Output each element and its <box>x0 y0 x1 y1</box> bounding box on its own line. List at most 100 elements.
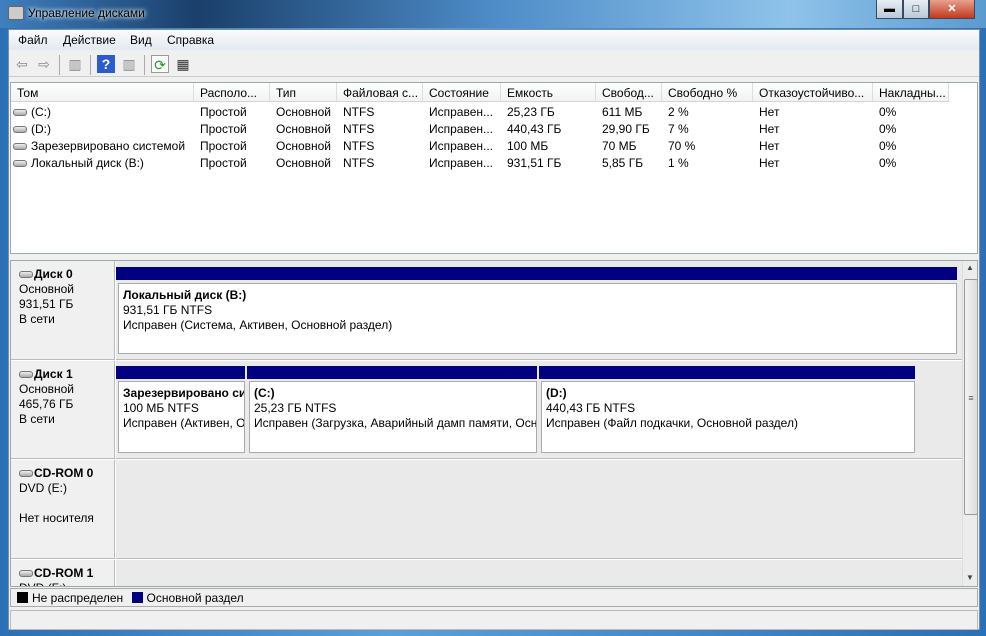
volume-icon <box>13 109 27 117</box>
menu-view[interactable]: Вид <box>130 33 152 47</box>
partition-status: Исправен (Система, Активен, Основной раз… <box>123 318 393 332</box>
maximize-button[interactable]: □ <box>903 0 929 19</box>
partition-status: Исправен (Файл подкачки, Основной раздел… <box>546 416 798 430</box>
separator <box>144 55 145 75</box>
menu-help[interactable]: Справка <box>167 33 214 47</box>
partition-status: Исправен (Загрузка, Аварийный дамп памят… <box>254 416 537 430</box>
disk-0-partitions: Локальный диск (B:) 931,51 ГБ NTFS Испра… <box>116 261 964 360</box>
partition-bar <box>116 267 957 280</box>
partition-title: Локальный диск (B:) <box>123 288 247 302</box>
disk-state: В сети <box>19 312 55 326</box>
table-cell: Нет <box>759 122 780 136</box>
legend: Не распределен Основной раздел <box>10 588 978 607</box>
table-cell: 0% <box>879 122 897 136</box>
table-cell: Нет <box>759 105 780 119</box>
partition-b[interactable]: Локальный диск (B:) 931,51 ГБ NTFS Испра… <box>118 283 957 354</box>
vertical-scrollbar[interactable]: ▲ ≡ ▼ <box>962 261 977 586</box>
table-cell: Нет <box>759 139 780 153</box>
table-cell: Основной <box>276 122 332 136</box>
minimize-button[interactable]: ▬ <box>876 0 903 19</box>
scroll-down-icon[interactable]: ▼ <box>966 573 974 582</box>
partition-bar <box>247 366 537 379</box>
scroll-up-icon[interactable]: ▲ <box>966 263 974 272</box>
table-cell: Простой <box>200 105 247 119</box>
partition-title: Зарезервировано системой <box>123 386 245 400</box>
partition-c[interactable]: (C:) 25,23 ГБ NTFS Исправен (Загрузка, А… <box>249 381 537 453</box>
table-cell: Исправен... <box>429 156 494 170</box>
menu-file[interactable]: Файл <box>18 33 48 47</box>
table-row[interactable]: (D:) Простой Основной NTFS Исправен... 440,43… <box>11 120 977 137</box>
cdrom-1-area <box>116 560 964 586</box>
properties-icon[interactable]: ▦ <box>174 55 192 73</box>
disk-type: DVD (F:) <box>19 581 106 586</box>
table-cell: NTFS <box>343 156 375 170</box>
disk-management-icon <box>8 6 24 20</box>
cell-volume: (D:) <box>11 120 194 137</box>
menu-action[interactable]: Действие <box>63 33 116 47</box>
legend-swatch-primary <box>131 592 143 603</box>
back-icon[interactable]: ⇦ <box>13 55 31 73</box>
partition-title: (D:) <box>546 386 567 400</box>
table-cell: Исправен... <box>429 105 494 119</box>
title-bar: Управление дисками ▬ □ ✕ <box>0 0 986 28</box>
disk-name: CD-ROM 0 <box>34 466 94 480</box>
table-cell: Исправен... <box>429 139 494 153</box>
cdrom-0-label[interactable]: CD-ROM 0 DVD (E:) Нет носителя <box>11 460 115 559</box>
column-header[interactable]: Файловая с... <box>337 83 423 102</box>
help-icon[interactable]: ? <box>97 55 115 73</box>
column-header[interactable]: Состояние <box>423 83 501 102</box>
table-cell: NTFS <box>343 105 375 119</box>
disk-size: 465,76 ГБ <box>19 397 74 411</box>
disk-icon <box>19 271 33 279</box>
volume-icon <box>13 126 27 134</box>
table-row[interactable]: Локальный диск (B:) Простой Основной NTFS Ис… <box>11 154 977 171</box>
partition-size: 931,51 ГБ NTFS <box>123 303 213 317</box>
table-cell: 70 МБ <box>602 139 637 153</box>
table-cell: 0% <box>879 105 897 119</box>
status-bar <box>10 610 978 630</box>
column-header[interactable]: Располо... <box>194 83 270 102</box>
scroll-thumb[interactable]: ≡ <box>964 279 977 515</box>
show-hide-console-tree-icon[interactable]: ▥ <box>66 55 84 73</box>
table-cell: NTFS <box>343 139 375 153</box>
column-header[interactable]: Отказоустойчиво... <box>753 83 873 102</box>
disk-name: CD-ROM 1 <box>34 566 94 580</box>
volume-name: (D:) <box>31 122 51 136</box>
table-cell: 0% <box>879 139 897 153</box>
partition-reserved[interactable]: Зарезервировано системой 100 МБ NTFS Исп… <box>118 381 245 453</box>
disk-0-label[interactable]: Диск 0 Основной 931,51 ГБ В сети <box>11 261 115 360</box>
column-header[interactable]: Емкость <box>501 83 596 102</box>
cdrom-0-area <box>116 460 964 559</box>
table-cell: 0% <box>879 156 897 170</box>
cdrom-icon <box>19 470 33 478</box>
disk-1-label[interactable]: Диск 1 Основной 465,76 ГБ В сети <box>11 361 115 459</box>
disk-state: Нет носителя <box>19 511 94 525</box>
toolbar: ⇦ ⇨ ▥ ? ▥ ⟳ ▦ <box>9 51 979 77</box>
legend-primary: Основной раздел <box>146 591 244 605</box>
forward-icon[interactable]: ⇨ <box>35 55 53 73</box>
table-cell: Основной <box>276 139 332 153</box>
legend-swatch-unallocated <box>17 592 28 603</box>
refresh-icon[interactable]: ⟳ <box>151 55 169 73</box>
column-header[interactable]: Том <box>11 83 194 102</box>
disk-1-partitions: Зарезервировано системой 100 МБ NTFS Исп… <box>116 361 964 459</box>
cdrom-1-label[interactable]: CD-ROM 1 DVD (F:) <box>11 560 115 586</box>
column-header[interactable]: Свобод... <box>596 83 662 102</box>
show-hide-action-pane-icon[interactable]: ▥ <box>120 55 138 73</box>
column-header[interactable]: Свободно % <box>662 83 753 102</box>
table-row[interactable]: Зарезервировано системой Простой Основной N… <box>11 137 977 154</box>
column-header[interactable]: Тип <box>270 83 337 102</box>
column-header[interactable]: Накладны... <box>873 83 949 102</box>
cdrom-icon <box>19 570 33 578</box>
table-cell: 5,85 ГБ <box>602 156 644 170</box>
partition-d[interactable]: (D:) 440,43 ГБ NTFS Исправен (Файл подка… <box>541 381 915 453</box>
partition-size: 25,23 ГБ NTFS <box>254 401 337 415</box>
table-row[interactable]: (C:) Простой Основной NTFS Исправен... 25,23 … <box>11 103 977 120</box>
volume-list: Том Располо... Тип Файловая с... Состояние Ем… <box>10 82 978 254</box>
cell-volume: (C:) <box>11 103 194 120</box>
close-button[interactable]: ✕ <box>929 0 975 19</box>
table-cell: 70 % <box>668 139 696 153</box>
disk-type: DVD (E:) <box>19 481 67 495</box>
cell-volume: Локальный диск (B:) <box>11 154 194 171</box>
table-cell: 2 % <box>668 105 689 119</box>
